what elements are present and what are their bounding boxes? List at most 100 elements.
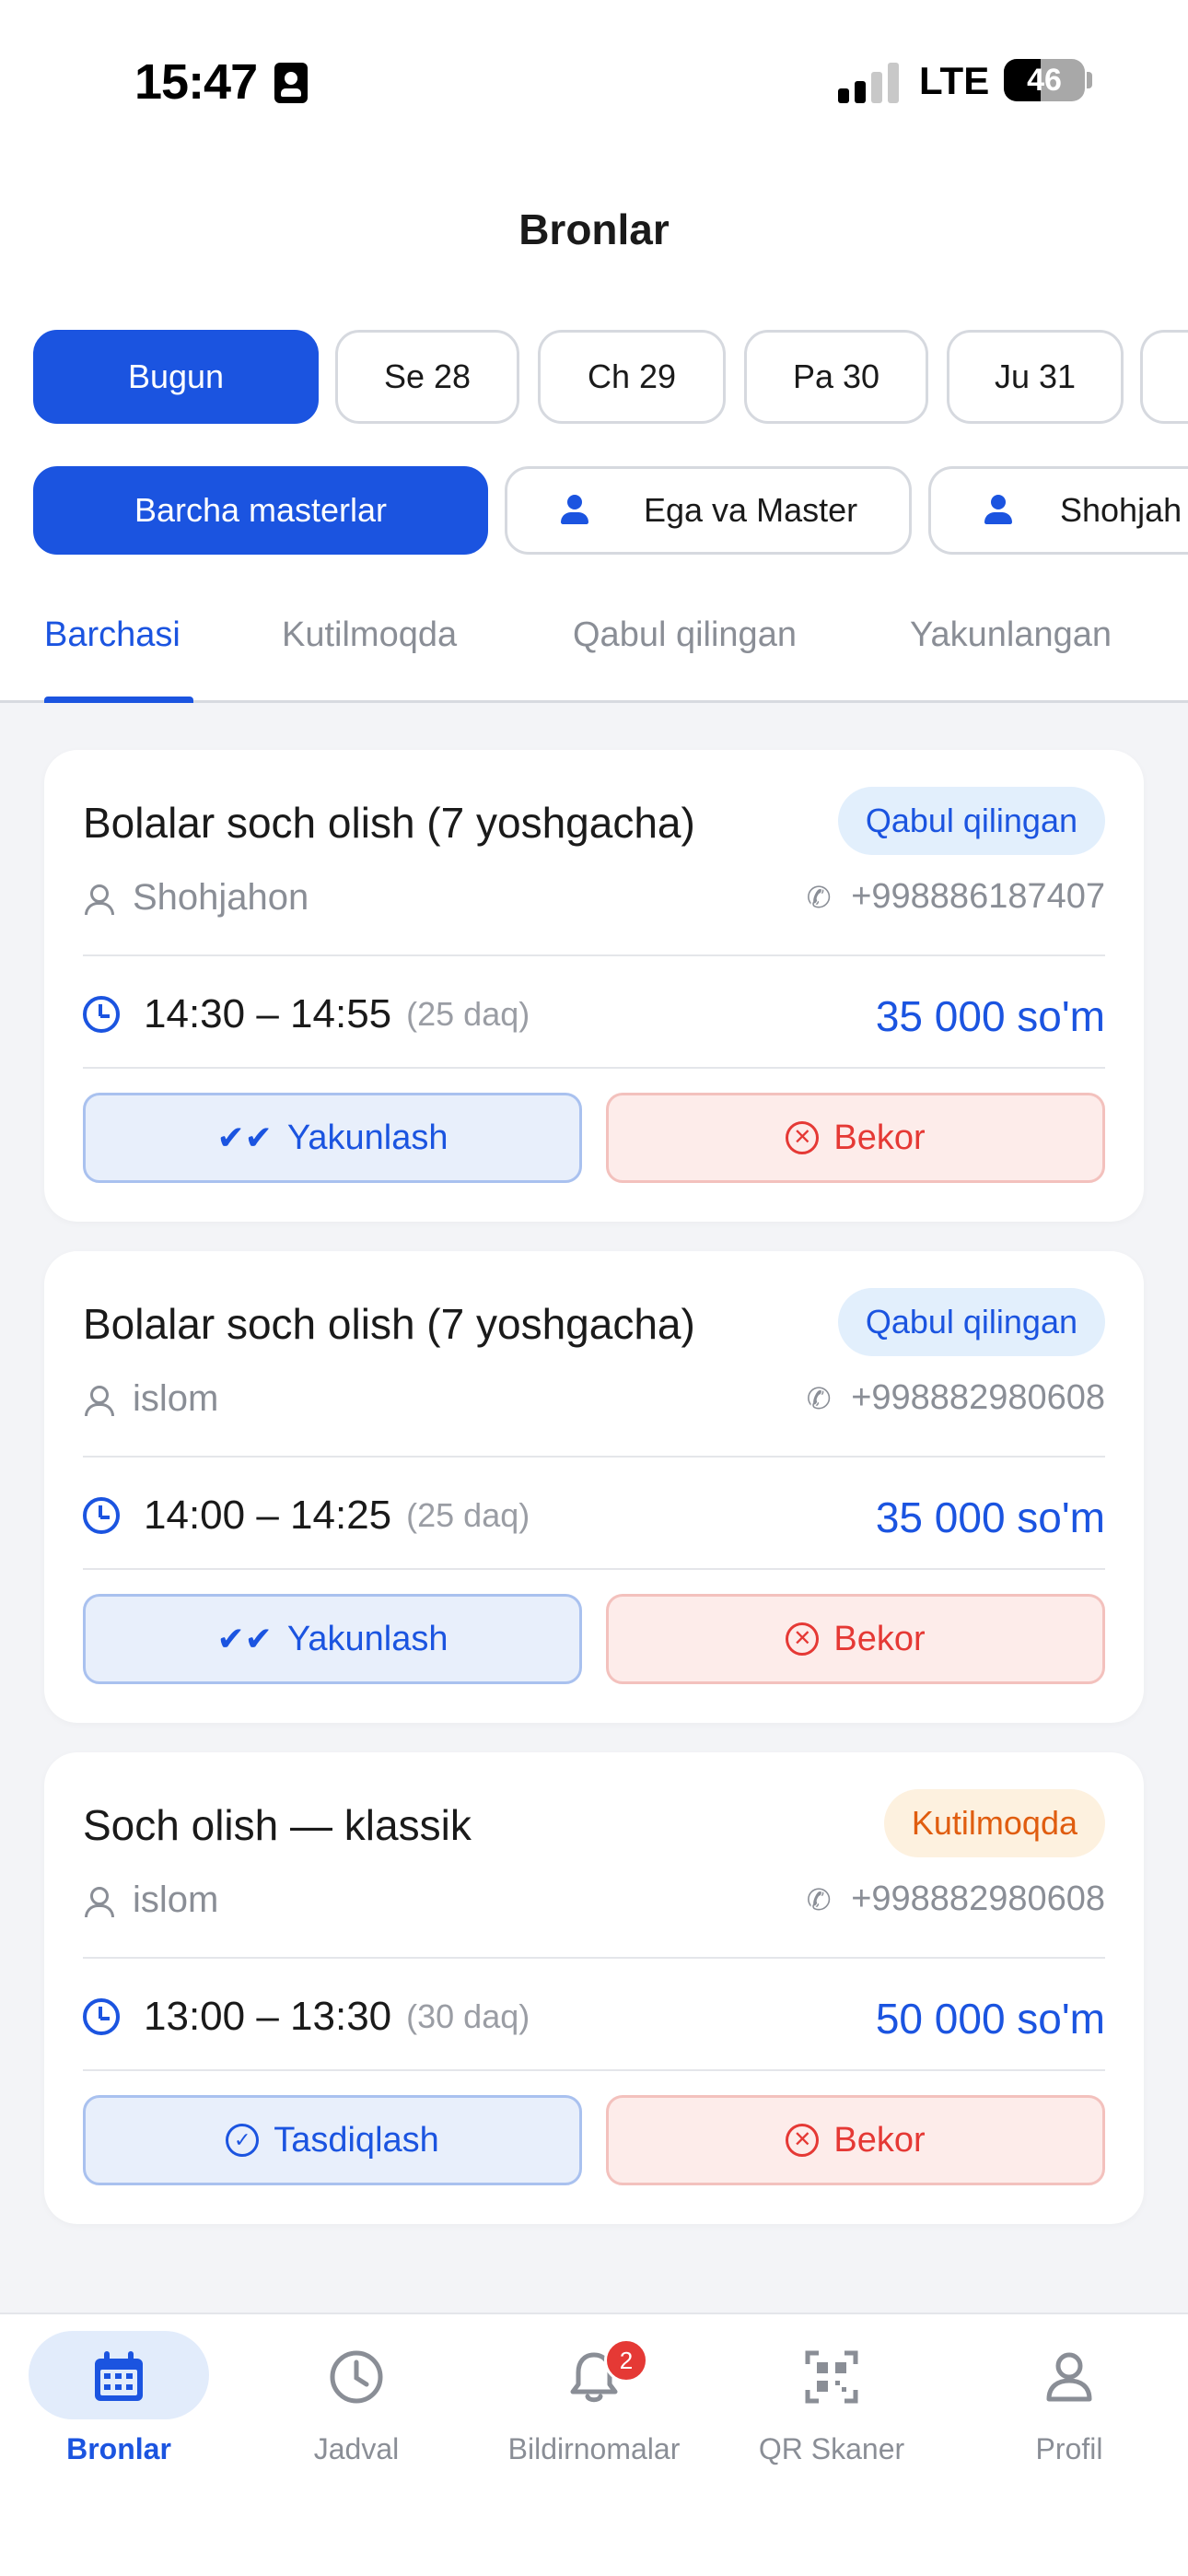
client-name: islom — [83, 1879, 218, 1921]
cancel-button[interactable]: ✕ Bekor — [606, 2095, 1105, 2185]
date-chip-label: Bugun — [127, 357, 225, 395]
qr-icon — [805, 2350, 858, 2404]
phone-icon: ✆ — [806, 1381, 832, 1415]
price: 35 000 so'm — [875, 992, 1105, 1040]
nav-label: Bronlar — [66, 2432, 171, 2465]
tab-pending[interactable]: Kutilmoqda — [282, 615, 457, 655]
nav-item-bookings[interactable]: Bronlar — [0, 2314, 238, 2499]
time-range: 14:00 – 14:25 — [144, 1493, 392, 1538]
service-name: Soch olish — klassik — [83, 1801, 472, 1849]
nav-item-profile[interactable]: Profil — [950, 2314, 1188, 2499]
master-chip-label: Barcha masterlar — [134, 491, 388, 529]
client-phone-text: +998886187407 — [851, 877, 1105, 916]
time-row: 14:00 – 14:25 (25 daq) — [83, 1493, 530, 1539]
confirm-button-label: Tasdiqlash — [274, 2120, 439, 2160]
person-icon — [1046, 2352, 1092, 2402]
time-row: 14:30 – 14:55 (25 daq) — [83, 991, 530, 1037]
master-chip-all[interactable]: Barcha masterlar — [33, 466, 488, 555]
complete-button[interactable]: ✔✔ Yakunlash — [83, 1594, 582, 1684]
service-name: Bolalar soch olish (7 yoshgacha) — [83, 1300, 695, 1348]
double-check-icon: ✔✔ — [216, 1620, 273, 1657]
person-icon — [83, 1385, 114, 1416]
divider — [83, 1456, 1105, 1458]
date-chip-label: Se 28 — [383, 357, 472, 395]
network-type: LTE — [919, 59, 990, 102]
divider — [83, 954, 1105, 956]
duration: (30 daq) — [406, 1997, 530, 2035]
status-badge: Qabul qilingan — [837, 1288, 1105, 1356]
battery-level: 46 — [1027, 63, 1062, 98]
client-name: islom — [83, 1378, 218, 1420]
nav-label: Profil — [1035, 2432, 1103, 2465]
date-chip-label: Ch 29 — [587, 357, 677, 395]
contact-card-icon — [274, 63, 308, 103]
phone-icon: ✆ — [806, 880, 832, 914]
nav-label: Bildirnomalar — [507, 2432, 681, 2465]
status-badge: Qabul qilingan — [837, 787, 1105, 855]
person-icon — [83, 884, 114, 915]
person-icon — [83, 1886, 114, 1917]
cancel-button[interactable]: ✕ Bekor — [606, 1093, 1105, 1183]
service-name: Bolalar soch olish (7 yoshgacha) — [83, 799, 695, 847]
duration: (25 daq) — [406, 1496, 530, 1534]
date-chip-ch29[interactable]: Ch 29 — [538, 330, 726, 424]
tab-all[interactable]: Barchasi — [44, 615, 181, 655]
client-name-text: Shohjahon — [133, 877, 309, 918]
client-name: Shohjahon — [83, 877, 309, 919]
date-chip-ju31[interactable]: Ju 31 — [947, 330, 1124, 424]
duration: (25 daq) — [406, 995, 530, 1033]
date-chip-pa30[interactable]: Pa 30 — [744, 330, 928, 424]
client-name-text: islom — [133, 1378, 219, 1419]
master-chip-label: Ega va Master — [644, 491, 858, 529]
date-chip-today[interactable]: Bugun — [33, 330, 319, 424]
x-circle-icon: ✕ — [786, 1622, 820, 1656]
phone-icon: ✆ — [806, 1882, 832, 1916]
price: 35 000 so'm — [875, 1493, 1105, 1541]
divider — [83, 2069, 1105, 2071]
x-circle-icon: ✕ — [786, 2124, 820, 2157]
clock-icon — [83, 996, 120, 1033]
double-check-icon: ✔✔ — [216, 1118, 273, 1156]
status-tabs: Barchasi Kutilmoqda Qabul qilingan Yakun… — [0, 599, 1188, 703]
master-chip-shohjahon[interactable]: Shohjah — [928, 466, 1188, 555]
complete-button-label: Yakunlash — [286, 1619, 448, 1658]
nav-label: Jadval — [313, 2432, 400, 2465]
client-phone[interactable]: ✆ +998886187407 — [803, 877, 1105, 917]
signal-icon — [838, 63, 899, 103]
cancel-button-label: Bekor — [833, 2120, 926, 2160]
master-chip-label: Shohjah — [1060, 491, 1182, 529]
client-phone[interactable]: ✆ +998882980608 — [803, 1879, 1105, 1919]
nav-item-notifications[interactable]: 2 Bildirnomalar — [475, 2314, 713, 2499]
divider — [83, 1067, 1105, 1069]
clock-icon — [83, 1497, 120, 1534]
date-chip-se28[interactable]: Se 28 — [335, 330, 519, 424]
time-range: 13:00 – 13:30 — [144, 1994, 392, 2039]
nav-label: QR Skaner — [758, 2432, 905, 2465]
nav-item-qr-scanner[interactable]: QR Skaner — [713, 2314, 950, 2499]
client-phone[interactable]: ✆ +998882980608 — [803, 1378, 1105, 1418]
cancel-button[interactable]: ✕ Bekor — [606, 1594, 1105, 1684]
client-phone-text: +998882980608 — [851, 1378, 1105, 1417]
complete-button[interactable]: ✔✔ Yakunlash — [83, 1093, 582, 1183]
time-row: 13:00 – 13:30 (30 daq) — [83, 1994, 530, 2040]
booking-card: Soch olish — klassik Kutilmoqda islom ✆ … — [44, 1752, 1144, 2224]
tab-completed[interactable]: Yakunlangan — [910, 615, 1112, 655]
bottom-nav: Bronlar Jadval 2 Bildirnomalar QR Skaner — [0, 2313, 1188, 2576]
tab-underline — [44, 697, 193, 703]
x-circle-icon: ✕ — [786, 1121, 820, 1154]
status-bar: 15:47 LTE 46 — [0, 0, 1188, 157]
date-chip-label: Ju 31 — [994, 357, 1077, 395]
master-chip-owner[interactable]: Ega va Master — [505, 466, 912, 555]
confirm-button[interactable]: ✓ Tasdiqlash — [83, 2095, 582, 2185]
cancel-button-label: Bekor — [833, 1118, 926, 1157]
person-icon — [983, 495, 1014, 526]
price: 50 000 so'm — [875, 1995, 1105, 2043]
tab-accepted[interactable]: Qabul qilingan — [573, 615, 797, 655]
nav-item-schedule[interactable]: Jadval — [238, 2314, 475, 2499]
battery-tip — [1087, 72, 1092, 88]
client-phone-text: +998882980608 — [851, 1879, 1105, 1918]
battery-icon: 46 — [1004, 59, 1085, 101]
person-icon — [559, 495, 590, 526]
clock-icon — [330, 2350, 383, 2404]
date-chip-next[interactable] — [1140, 330, 1188, 424]
